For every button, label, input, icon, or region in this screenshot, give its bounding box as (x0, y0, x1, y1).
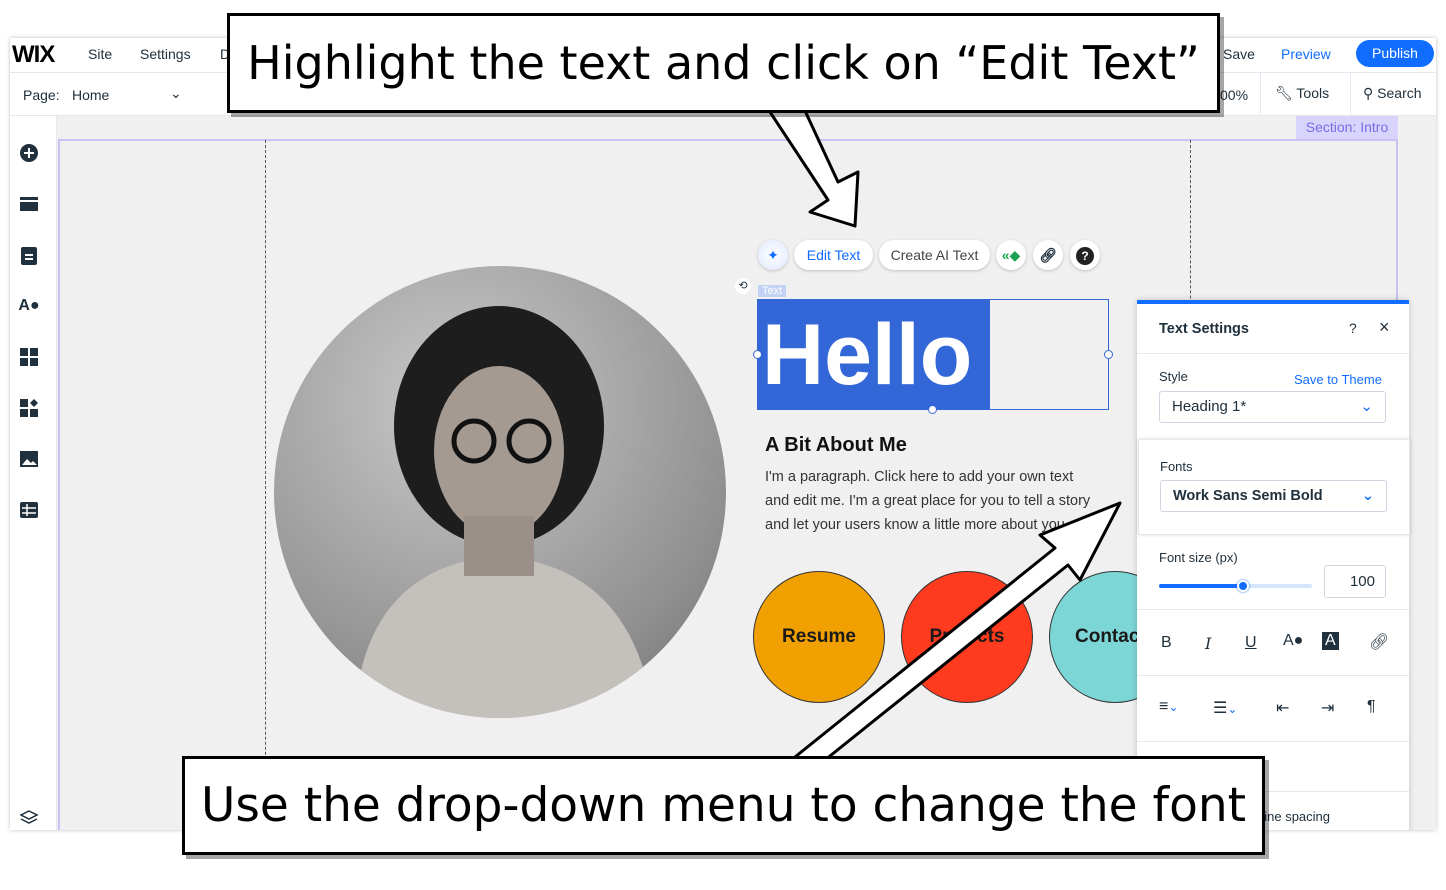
arrow-top (768, 98, 860, 228)
callout-top: Highlight the text and click on “Edit Te… (227, 13, 1220, 113)
arrow-bottom (793, 501, 1122, 762)
callout-bottom: Use the drop-down menu to change the fon… (182, 756, 1265, 855)
